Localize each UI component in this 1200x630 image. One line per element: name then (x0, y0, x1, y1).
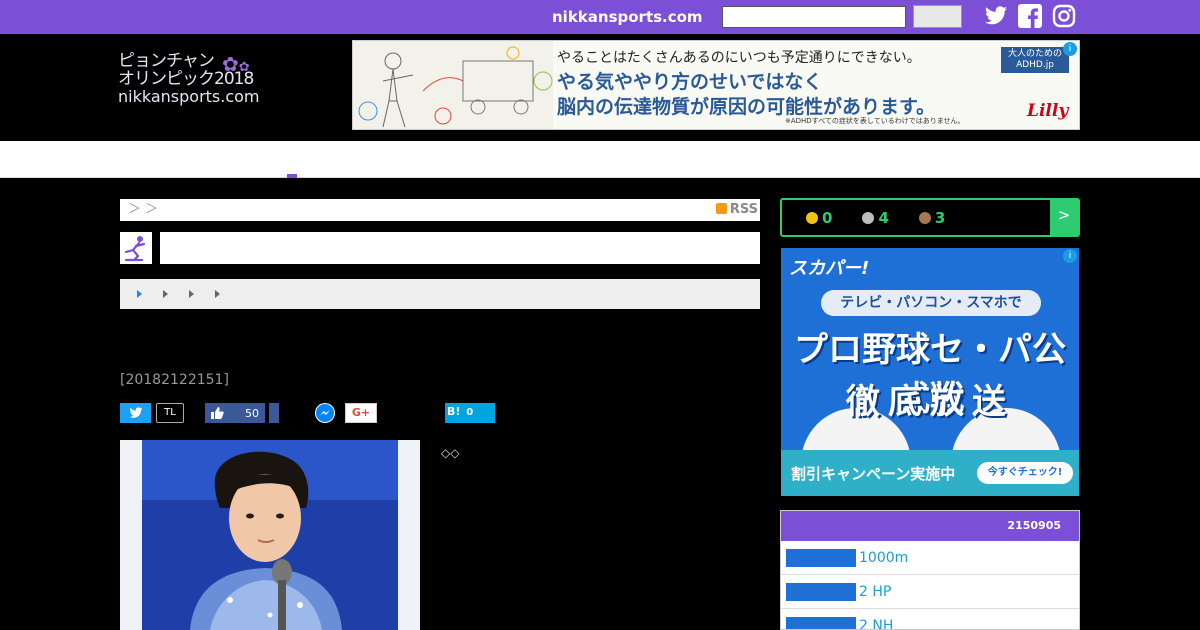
side-ad-tagline: テレビ・パソコン・スマホで (821, 290, 1041, 316)
tab-3[interactable] (189, 290, 194, 298)
twitter-icon[interactable] (984, 4, 1008, 28)
article-photo[interactable] (120, 440, 420, 630)
ranking-thumbnail (786, 583, 856, 601)
search-button[interactable] (913, 5, 962, 28)
timeline-button[interactable]: TL (156, 403, 184, 423)
ad-line3: 脳内の伝達物質が原因の可能性があります。 (557, 96, 936, 118)
ranking-item-label: 2 HP (859, 584, 892, 600)
rss-label: RSS (729, 202, 758, 217)
tab-2[interactable] (163, 290, 168, 298)
ranking-header: 2150905 (781, 511, 1079, 541)
googleplus-share-button[interactable]: G+ (345, 403, 377, 423)
top-banner-ad[interactable]: やることはたくさんあるのにいつも予定通りにできない。 やる気ややり方のせいではな… (352, 40, 1080, 130)
rss-link[interactable]: RSS (715, 199, 758, 221)
sub-tabs (120, 279, 760, 309)
ad-badge: 大人のための ADHD.jp (1001, 47, 1069, 73)
article-date: [20182122151] (120, 372, 229, 388)
logo-line3: nikkansports.com (118, 87, 260, 106)
rss-icon (715, 203, 727, 214)
search-input[interactable] (722, 6, 906, 28)
side-ad-footer: 割引キャンペーン実施中 今すぐチェック! (781, 450, 1079, 496)
bronze-medal-icon (918, 211, 931, 224)
breadcrumb: ＞ ＞ RSS (120, 199, 760, 221)
medal-count-widget[interactable]: 0 4 3 > (780, 198, 1080, 237)
thumbs-up-icon (210, 406, 224, 423)
logo-line1: ピョンチャン (118, 51, 215, 71)
lilly-logo: Lilly (1027, 101, 1069, 121)
ranking-widget: 2150905 1000m 2 HP 2 NH (780, 510, 1080, 630)
ad-line1: やることはたくさんあるのにいつも予定通りにできない。 (557, 50, 921, 66)
ad-line2: やる気ややり方のせいではなく (557, 71, 823, 93)
figure-skating-icon (120, 232, 152, 264)
ranking-item[interactable]: 1000m (781, 541, 1079, 575)
ad-info-icon[interactable]: i (1063, 42, 1077, 56)
hatena-count: 0 (466, 407, 474, 418)
top-bar: nikkansports.com (0, 0, 1200, 34)
tab-4[interactable] (215, 290, 220, 298)
twitter-share-button[interactable] (120, 403, 151, 423)
side-banner-ad[interactable]: スカパー! i テレビ・パソコン・スマホで プロ野球セ・パ公式戦 徹底放送 割引… (781, 248, 1079, 496)
facebook-icon[interactable] (1018, 4, 1042, 28)
ranking-item-label: 1000m (859, 550, 909, 566)
ranking-thumbnail (786, 617, 856, 629)
skater-photo-illustration (120, 440, 420, 630)
ad-note: ※ADHDすべての症状を表しているわけではありません。 (785, 117, 965, 125)
medal-count-row: 0 4 3 (782, 200, 1050, 235)
facebook-share-button[interactable] (269, 403, 279, 423)
gold-medal-count: 0 (822, 208, 833, 227)
ranking-item-label: 2 NH (859, 618, 894, 630)
side-ad-campaign: 割引キャンペーン実施中 (791, 465, 956, 483)
article-title-box (160, 232, 760, 264)
skyperfect-logo: スカパー! (789, 258, 870, 279)
facebook-like-count: 50 (245, 407, 259, 420)
ranking-thumbnail (786, 549, 856, 567)
bronze-medal-count: 3 (934, 208, 946, 227)
nav-active-indicator (287, 174, 297, 178)
ad-sketch-illustration (353, 41, 553, 129)
breadcrumb-text[interactable]: ＞ ＞ (128, 202, 158, 217)
medal-more-button[interactable]: > (1050, 200, 1078, 235)
side-ad-info-icon[interactable]: i (1063, 249, 1077, 263)
hatena-bookmark-button[interactable]: B! 0 (445, 403, 495, 423)
tab-1[interactable] (137, 290, 142, 298)
main-navigation (0, 141, 1200, 178)
messenger-icon[interactable] (315, 403, 335, 423)
hatena-label: B! (447, 405, 461, 418)
ranking-item[interactable]: 2 HP (781, 575, 1079, 609)
side-ad-headline2: 徹底放送 (846, 382, 1014, 422)
gold-medal-icon (806, 211, 818, 224)
silver-medal-count: 4 (878, 208, 889, 227)
side-ad-cta-button[interactable]: 今すぐチェック! (977, 462, 1073, 484)
olympic-logo[interactable]: ピョンチャン オリンピック2018 nikkansports.com ✿✿ (118, 52, 278, 116)
site-brand-link[interactable]: nikkansports.com (552, 8, 703, 26)
facebook-like-button[interactable]: 50 (205, 403, 265, 423)
article-diamonds: ◇◇ (441, 446, 460, 460)
instagram-icon[interactable] (1052, 4, 1076, 28)
logo-line2: オリンピック2018 (118, 69, 254, 89)
ranking-item[interactable]: 2 NH (781, 609, 1079, 630)
flower-icon: ✿✿ (222, 52, 250, 76)
silver-medal-icon (862, 211, 875, 224)
